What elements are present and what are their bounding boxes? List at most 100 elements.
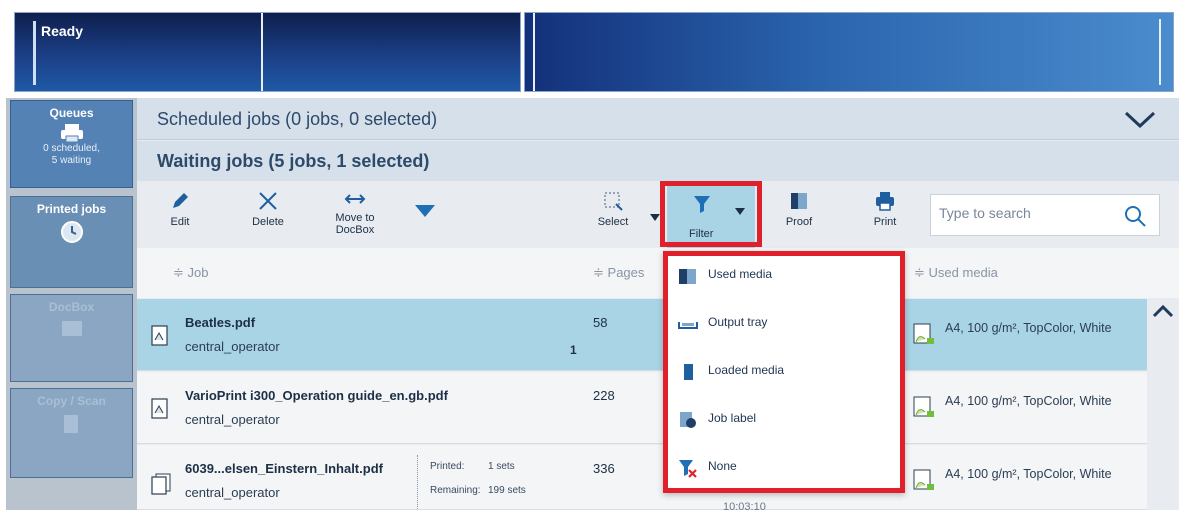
print-button[interactable]: Print	[869, 190, 901, 228]
table-row[interactable]: 6039...elsen_Einstern_Inhalt.pdf central…	[137, 445, 1147, 510]
used-media-icon	[679, 269, 696, 284]
clock-history-icon	[60, 221, 83, 243]
sort-icon: ≑	[914, 265, 925, 280]
top-status-bar: Ready	[0, 0, 1179, 96]
filter-highlight-box	[660, 181, 762, 247]
column-pages-label: Pages	[607, 265, 645, 280]
table-row[interactable]: Beatles.pdf central_operator 1 58 A4, 10…	[137, 299, 1147, 371]
filter-none-icon	[679, 460, 697, 478]
output-tray-icon	[678, 322, 698, 329]
select-area-icon	[604, 192, 623, 211]
nav-queues-scheduled: 0 scheduled,	[43, 143, 100, 154]
column-used-media-label: Used media	[928, 265, 998, 280]
nav-docbox[interactable]: DocBox	[10, 294, 133, 382]
print-label: Print	[873, 216, 897, 228]
select-button[interactable]: Select	[593, 190, 633, 228]
nav-printed-jobs[interactable]: Printed jobs	[10, 196, 133, 288]
column-header-job[interactable]: ≑ Job	[173, 265, 209, 281]
waiting-jobs-header[interactable]: Waiting jobs (5 jobs, 1 selected)	[137, 141, 1179, 181]
filter-option-none[interactable]: None	[668, 448, 900, 492]
move-label-line2: DocBox	[335, 224, 375, 236]
filter-option-loaded-media[interactable]: Loaded media	[668, 352, 900, 396]
filter-option-job-label[interactable]: Job label	[668, 400, 900, 444]
status-accent-bar	[33, 21, 36, 85]
nav-printed-label: Printed jobs	[36, 202, 107, 216]
nav-docbox-label: DocBox	[48, 300, 95, 314]
status-info-panel	[524, 12, 1174, 92]
job-pages: 336	[593, 461, 615, 476]
nav-copy-scan[interactable]: Copy / Scan	[10, 388, 133, 478]
delete-button[interactable]: Delete	[247, 190, 289, 228]
job-owner: central_operator	[185, 412, 280, 427]
job-toolbar: Edit Delete Move to DocBox Select Filter…	[137, 181, 1179, 248]
edit-button[interactable]: Edit	[165, 190, 195, 228]
edit-label: Edit	[170, 216, 190, 228]
print-progress: Printed: 1 sets Remaining: 199 sets	[417, 455, 526, 510]
remaining-value: 199 sets	[488, 485, 526, 496]
move-to-docbox-button[interactable]: Move to DocBox	[329, 190, 381, 236]
more-actions-dropdown-icon[interactable]	[414, 204, 436, 218]
filter-option-used-media[interactable]: Used media	[668, 256, 900, 300]
used-media: A4, 100 g/m², TopColor, White	[945, 467, 1112, 481]
filter-option-label: Used media	[708, 267, 773, 281]
docbox-icon	[61, 321, 82, 336]
printer-icon	[876, 192, 894, 211]
table-row[interactable]: VarioPrint i300_Operation guide_en.gb.pd…	[137, 372, 1147, 444]
job-label-icon	[680, 412, 696, 428]
multi-document-icon	[151, 473, 171, 495]
scheduled-jobs-title: Scheduled jobs (0 jobs, 0 selected)	[157, 109, 438, 129]
close-icon	[259, 192, 277, 210]
job-name: 6039...elsen_Einstern_Inhalt.pdf	[185, 461, 383, 476]
media-icon	[913, 323, 934, 344]
job-pages: 58	[593, 315, 608, 330]
job-owner: central_operator	[185, 485, 280, 500]
printer-status-panel[interactable]: Ready	[14, 12, 521, 92]
move-label-line1: Move to	[335, 212, 375, 224]
status-section: Ready	[15, 13, 263, 91]
loaded-media-icon	[684, 364, 693, 380]
nav-queues-waiting: 5 waiting	[51, 155, 92, 166]
document-icon	[151, 325, 168, 346]
document-icon	[151, 398, 168, 419]
nav-queues[interactable]: Queues 0 scheduled, 5 waiting	[10, 100, 133, 188]
filter-option-label: None	[708, 459, 737, 473]
select-dropdown-icon[interactable]	[650, 214, 660, 222]
printer-status-text: Ready	[41, 23, 84, 39]
search-box[interactable]	[930, 194, 1160, 236]
nav-queues-label: Queues	[49, 106, 94, 120]
printer-icon	[60, 124, 83, 143]
search-input[interactable]	[939, 205, 1119, 221]
column-header-row: ≑ Job ≑ Pages ≑ Used media	[137, 248, 1179, 298]
copy-scan-icon	[63, 415, 78, 433]
move-arrows-icon	[344, 194, 366, 204]
remaining-label: Remaining:	[430, 485, 481, 496]
job-owner: central_operator	[185, 339, 280, 354]
sort-icon: ≑	[593, 265, 604, 280]
media-icon	[913, 396, 934, 417]
filter-option-label: Loaded media	[708, 363, 785, 377]
column-job-label: Job	[187, 265, 209, 280]
printed-value: 1 sets	[488, 461, 515, 472]
job-name: VarioPrint i300_Operation guide_en.gb.pd…	[185, 388, 448, 403]
pencil-icon	[173, 193, 188, 208]
divider	[533, 13, 535, 91]
copies-count: 1	[570, 343, 577, 357]
job-time: 10:03:10	[723, 501, 766, 510]
waiting-jobs-title: Waiting jobs (5 jobs, 1 selected)	[157, 151, 430, 171]
search-icon[interactable]	[1123, 204, 1147, 228]
used-media: A4, 100 g/m², TopColor, White	[945, 394, 1112, 408]
column-header-pages[interactable]: ≑ Pages	[593, 265, 644, 281]
scheduled-jobs-header[interactable]: Scheduled jobs (0 jobs, 0 selected)	[137, 98, 1179, 140]
main-area: Scheduled jobs (0 jobs, 0 selected) Wait…	[137, 98, 1179, 510]
chevron-up-icon[interactable]	[1151, 303, 1175, 319]
chevron-down-icon[interactable]	[1123, 110, 1157, 130]
left-navigation: Queues 0 scheduled, 5 waiting Printed jo…	[6, 98, 137, 510]
filter-option-label: Job label	[708, 411, 757, 425]
proof-button[interactable]: Proof	[781, 190, 817, 228]
media-icon	[913, 469, 934, 490]
job-name: Beatles.pdf	[185, 315, 256, 330]
proof-label: Proof	[785, 216, 813, 228]
column-header-used-media[interactable]: ≑ Used media	[914, 265, 998, 281]
printed-label: Printed:	[430, 461, 465, 472]
filter-option-output-tray[interactable]: Output tray	[668, 304, 900, 348]
